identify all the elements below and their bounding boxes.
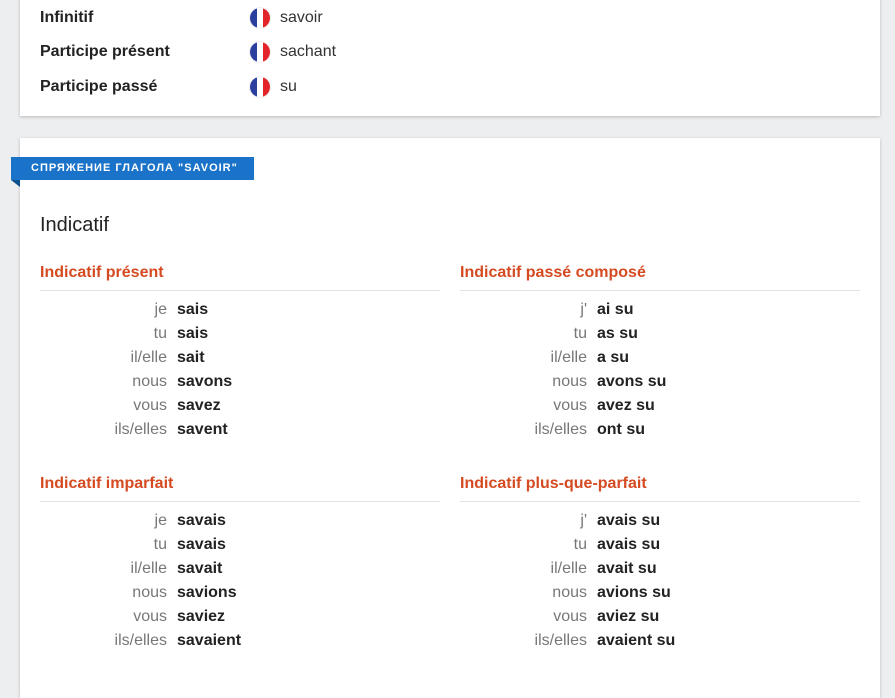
- conjugation-row: il/elle savait: [40, 557, 440, 581]
- pronoun: j': [580, 512, 587, 529]
- verb-form: ai su: [597, 301, 634, 318]
- verb-form: avez su: [597, 397, 655, 414]
- verb-form: ont su: [597, 421, 645, 438]
- form-row-participe-present: Participe présent sachant: [40, 39, 336, 65]
- verb-form: aviez su: [597, 608, 660, 625]
- verb-form: avais su: [597, 512, 661, 529]
- conjugation-row: il/elle a su: [460, 346, 860, 370]
- pronoun: tu: [153, 536, 167, 553]
- pronoun: tu: [573, 536, 587, 553]
- conjugation-row: vous saviez: [40, 605, 440, 629]
- conjugation-row: il/elle avait su: [460, 557, 860, 581]
- verb-form: saviez: [177, 608, 226, 625]
- pronoun: ils/elles: [534, 632, 587, 649]
- france-flag-icon[interactable]: [250, 77, 270, 97]
- pronoun: nous: [132, 373, 167, 390]
- verb-form: savait: [177, 560, 223, 577]
- verb-form: sais: [177, 301, 209, 318]
- verb-form: avaient su: [597, 632, 676, 649]
- tense-indicatif-imparfait: Indicatif imparfait je savais tu savais il…: [40, 472, 440, 653]
- verb-form: sait: [177, 349, 205, 366]
- tense-title: Indicatif imparfait: [40, 472, 440, 502]
- pronoun: ils/elles: [114, 632, 167, 649]
- verb-form: savions: [177, 584, 237, 601]
- conjugation-row: tu avais su: [460, 533, 860, 557]
- pronoun: il/elle: [130, 349, 167, 366]
- verb-form: savons: [177, 373, 233, 390]
- france-flag-icon[interactable]: [250, 42, 270, 62]
- conjugation-row: nous avons su: [460, 370, 860, 394]
- conjugation-row: tu sais: [40, 322, 440, 346]
- form-value: savoir: [280, 9, 323, 26]
- pronoun: il/elle: [550, 349, 587, 366]
- form-row-participe-passe: Participe passé su: [40, 74, 297, 100]
- pronoun: vous: [133, 608, 167, 625]
- verb-form: savaient: [177, 632, 242, 649]
- pronoun: tu: [153, 325, 167, 342]
- verb-forms-card: Infinitif savoir Participe présent sacha…: [20, 0, 880, 116]
- verb-form: avais su: [597, 536, 661, 553]
- conjugation-row: nous savons: [40, 370, 440, 394]
- conjugation-row: nous avions su: [460, 581, 860, 605]
- conjugation-row: ils/elles ont su: [460, 418, 860, 442]
- form-value: sachant: [280, 43, 337, 60]
- verb-form: sais: [177, 325, 209, 342]
- pronoun: vous: [553, 608, 587, 625]
- conjugation-row: j' ai su: [460, 298, 860, 322]
- tense-indicatif-passe-compose: Indicatif passé composé j' ai su tu as su …: [460, 261, 860, 442]
- tense-indicatif-plus-que-parfait: Indicatif plus-que-parfait j' avais su tu…: [460, 472, 860, 653]
- pronoun: il/elle: [550, 560, 587, 577]
- pronoun: vous: [133, 397, 167, 414]
- pronoun: tu: [573, 325, 587, 342]
- conjugation-row: vous avez su: [460, 394, 860, 418]
- section-ribbon: СПРЯЖЕНИЕ ГЛАГОЛА "SAVOIR": [11, 157, 254, 180]
- pronoun: j': [580, 301, 587, 318]
- conjugation-row: tu as su: [460, 322, 860, 346]
- pronoun: nous: [552, 584, 587, 601]
- conjugation-row: ils/elles avaient su: [460, 629, 860, 653]
- conjugation-row: nous savions: [40, 581, 440, 605]
- conjugation-card: СПРЯЖЕНИЕ ГЛАГОЛА "SAVOIR" Indicatif Ind…: [11, 138, 880, 698]
- conjugation-row: je savais: [40, 509, 440, 533]
- pronoun: ils/elles: [534, 421, 587, 438]
- pronoun: je: [154, 301, 167, 318]
- pronoun: il/elle: [130, 560, 167, 577]
- pronoun: ils/elles: [114, 421, 167, 438]
- tense-title: Indicatif passé composé: [460, 261, 860, 291]
- verb-form: a su: [597, 349, 630, 366]
- tense-title: Indicatif plus-que-parfait: [460, 472, 860, 502]
- form-row-infinitif: Infinitif savoir: [40, 5, 323, 31]
- pronoun: vous: [553, 397, 587, 414]
- verb-form: avait su: [597, 560, 657, 577]
- pronoun: nous: [132, 584, 167, 601]
- pronoun: nous: [552, 373, 587, 390]
- conjugation-row: il/elle sait: [40, 346, 440, 370]
- pronoun: je: [154, 512, 167, 529]
- conjugation-row: vous savez: [40, 394, 440, 418]
- conjugation-row: ils/elles savaient: [40, 629, 440, 653]
- verb-form: avions su: [597, 584, 671, 601]
- verb-form: savais: [177, 536, 226, 553]
- verb-form: savez: [177, 397, 221, 414]
- conjugation-row: je sais: [40, 298, 440, 322]
- conjugation-row: tu savais: [40, 533, 440, 557]
- form-label: Participe passé: [40, 78, 158, 95]
- verb-form: savent: [177, 421, 228, 438]
- conjugation-row: ils/elles savent: [40, 418, 440, 442]
- verb-form: avons su: [597, 373, 667, 390]
- form-value: su: [280, 78, 297, 95]
- mood-title: Indicatif: [40, 214, 109, 236]
- form-label: Participe présent: [40, 43, 170, 60]
- tense-indicatif-present: Indicatif présent je sais tu sais il/elle s…: [40, 261, 440, 442]
- france-flag-icon[interactable]: [250, 8, 270, 28]
- verb-form: as su: [597, 325, 638, 342]
- conjugation-row: j' avais su: [460, 509, 860, 533]
- tense-title: Indicatif présent: [40, 261, 440, 291]
- verb-form: savais: [177, 512, 226, 529]
- ribbon-fold: [11, 180, 20, 187]
- conjugation-row: vous aviez su: [460, 605, 860, 629]
- form-label: Infinitif: [40, 9, 94, 26]
